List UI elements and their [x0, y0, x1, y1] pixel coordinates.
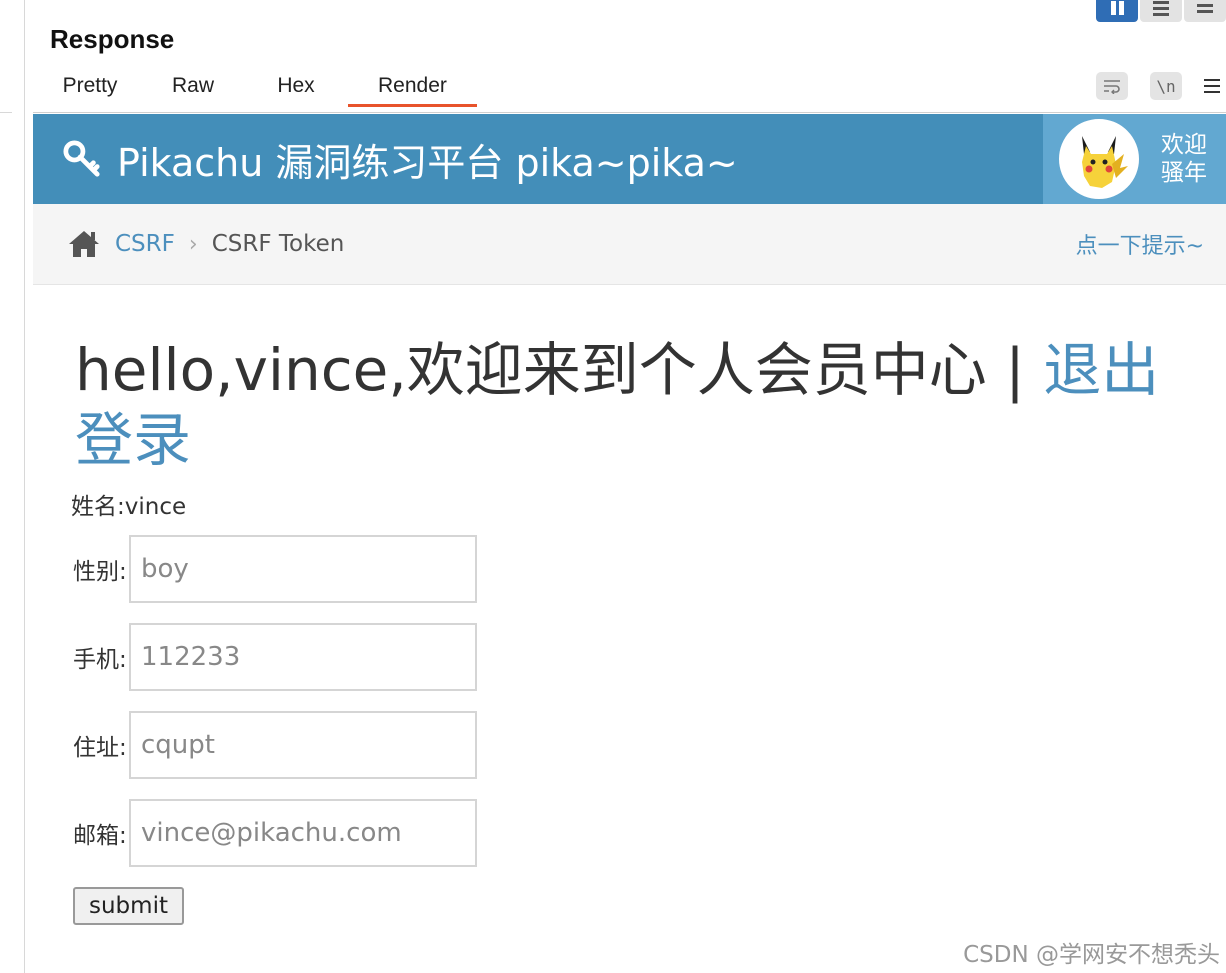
profile-form: 性别: 手机: 住址: 邮箱: submit — [73, 535, 1186, 925]
brand[interactable]: Pikachu 漏洞练习平台 pika~pika~ — [63, 132, 738, 187]
tab-hex[interactable]: Hex — [244, 74, 348, 107]
pikachu-avatar-icon — [1082, 136, 1128, 188]
single-view-button[interactable] — [1184, 0, 1226, 22]
brand-text: Pikachu 漏洞练习平台 pika~pika~ — [117, 140, 738, 185]
menu-icon[interactable] — [1204, 79, 1226, 93]
tab-pretty[interactable]: Pretty — [38, 74, 142, 107]
view-toggles — [1094, 0, 1226, 22]
home-icon[interactable] — [67, 229, 101, 259]
rendered-page: Pikachu 漏洞练习平台 pika~pika~ 欢迎 骚年 CSRF › C… — [33, 114, 1226, 973]
submit-button[interactable]: submit — [73, 887, 184, 925]
email-field-row: 邮箱: — [73, 799, 1186, 867]
key-icon — [63, 140, 100, 177]
gender-field[interactable] — [129, 535, 477, 603]
address-field-row: 住址: — [73, 711, 1186, 779]
panel-divider — [33, 112, 1226, 113]
phone-field[interactable] — [129, 623, 477, 691]
navbar: Pikachu 漏洞练习平台 pika~pika~ 欢迎 骚年 — [33, 114, 1226, 204]
show-newlines-button[interactable]: \n — [1150, 72, 1182, 100]
gutter-divider — [0, 112, 12, 113]
headline-text: hello,vince,欢迎来到个人会员中心 | — [75, 336, 1044, 404]
user-area[interactable]: 欢迎 骚年 — [1043, 114, 1226, 204]
left-gutter — [0, 0, 25, 973]
welcome-line1: 欢迎 — [1161, 132, 1207, 158]
breadcrumb-current: CSRF Token — [211, 231, 345, 257]
page-title: hello,vince,欢迎来到个人会员中心 | 退出登录 — [75, 335, 1186, 475]
phone-field-row: 手机: — [73, 623, 1186, 691]
wrap-lines-icon[interactable] — [1096, 72, 1128, 100]
welcome-text: 欢迎 骚年 — [1161, 131, 1207, 187]
address-label: 住址: — [73, 735, 127, 761]
response-toolbar: \n — [1096, 72, 1226, 100]
email-field[interactable] — [129, 799, 477, 867]
horizontal-view-button[interactable] — [1140, 0, 1182, 22]
tab-render[interactable]: Render — [348, 74, 477, 107]
response-title: Response — [50, 24, 175, 54]
breadcrumb-csrf-link[interactable]: CSRF — [115, 231, 175, 257]
watermark: CSDN @学网安不想秃头 — [963, 942, 1220, 968]
response-tabs: Pretty Raw Hex Render — [38, 74, 477, 107]
welcome-line2: 骚年 — [1161, 160, 1207, 186]
breadcrumb: CSRF › CSRF Token 点一下提示~ — [33, 204, 1226, 285]
tab-raw[interactable]: Raw — [142, 74, 244, 107]
email-label: 邮箱: — [73, 823, 127, 849]
split-view-button[interactable] — [1096, 0, 1138, 22]
gender-field-row: 性别: — [73, 535, 1186, 603]
phone-label: 手机: — [73, 647, 127, 673]
address-field[interactable] — [129, 711, 477, 779]
name-display: 姓名:vince — [71, 494, 187, 520]
avatar — [1059, 119, 1139, 199]
breadcrumb-separator-icon: › — [188, 231, 198, 257]
page-content: hello,vince,欢迎来到个人会员中心 | 退出登录 姓名:vince 性… — [33, 285, 1226, 925]
hint-link[interactable]: 点一下提示~ — [1076, 228, 1204, 260]
gender-label: 性别: — [73, 559, 127, 585]
